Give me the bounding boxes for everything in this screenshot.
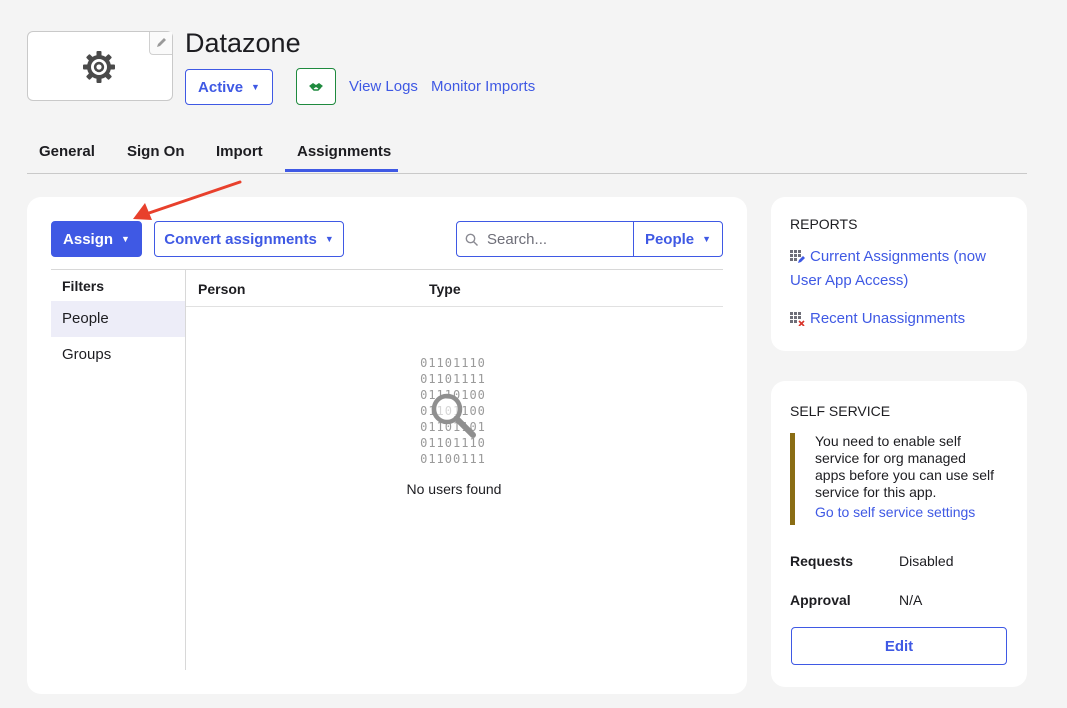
tab-general[interactable]: General — [27, 140, 107, 172]
edit-logo-button[interactable] — [149, 32, 172, 55]
search-icon — [465, 233, 478, 246]
binary-line: 01101110 — [420, 356, 486, 370]
assign-label: Assign — [63, 230, 114, 248]
table-divider — [51, 269, 723, 270]
annotation-arrow — [133, 180, 242, 220]
status-label: Active — [198, 78, 244, 96]
assign-button[interactable]: Assign ▼ — [51, 221, 142, 257]
handshake-icon — [309, 83, 323, 91]
caret-down-icon: ▼ — [121, 234, 130, 244]
assignments-panel — [27, 197, 747, 694]
search-input-wrapper — [457, 222, 634, 256]
empty-message: No users found — [406, 481, 502, 497]
requests-label: Requests — [790, 553, 854, 569]
report-current-assignments-link-cont[interactable]: User App Access) — [790, 269, 908, 293]
app-title: Datazone — [185, 28, 301, 58]
app-logo — [27, 31, 173, 101]
monitor-imports-link[interactable]: Monitor Imports — [431, 78, 535, 95]
report-link-line: User App Access) — [790, 272, 909, 289]
search-filter-dropdown[interactable]: People ▼ — [634, 222, 722, 256]
notice-line: You need to enable self — [815, 433, 961, 449]
report-current-assignments-link[interactable]: Current Assignments (now — [810, 245, 986, 269]
magnifier-icon — [431, 393, 476, 438]
view-logs-link[interactable]: View Logs — [349, 78, 418, 95]
status-dropdown[interactable]: Active ▼ — [185, 69, 273, 105]
column-person: Person — [198, 281, 246, 297]
report-recent-unassignments-link[interactable]: Recent Unassignments — [810, 307, 965, 331]
tab-assignments[interactable]: Assignments — [285, 140, 398, 172]
requests-value: Disabled — [899, 553, 954, 569]
table-header-divider — [186, 306, 723, 307]
self-service-notice: You need to enable self service for org … — [790, 433, 1012, 525]
gear-icon — [83, 51, 115, 83]
filter-people[interactable]: People — [51, 301, 185, 337]
provisioning-button[interactable] — [296, 68, 336, 105]
pencil-icon — [157, 38, 166, 47]
approval-value: N/A — [899, 592, 923, 608]
column-type: Type — [429, 281, 461, 297]
filters-title: Filters — [62, 278, 105, 294]
convert-assignments-button[interactable]: Convert assignments ▼ — [154, 221, 344, 257]
tab-sign-on[interactable]: Sign On — [115, 140, 197, 172]
caret-down-icon: ▼ — [324, 234, 334, 244]
binary-line: 01100111 — [420, 452, 486, 466]
report-grid-icon — [790, 250, 805, 263]
app-tabs: General Sign On Import Assignments — [27, 140, 1027, 174]
tab-import[interactable]: Import — [204, 140, 275, 172]
reports-title: REPORTS — [790, 216, 858, 232]
search-filter-label: People — [644, 230, 695, 248]
binary-line: 01101111 — [420, 372, 486, 386]
notice-line: service for this app. — [815, 484, 937, 500]
report-grid-x-icon — [790, 312, 805, 326]
convert-assignments-label: Convert assignments — [164, 230, 317, 248]
self-service-settings-link[interactable]: Go to self service settings — [815, 504, 1012, 520]
approval-label: Approval — [790, 592, 851, 608]
search-box: People ▼ — [456, 221, 723, 257]
caret-down-icon: ▼ — [702, 234, 712, 244]
notice-line: apps before you can use self — [815, 467, 995, 483]
self-service-title: SELF SERVICE — [790, 403, 891, 419]
notice-line: service for org managed — [815, 450, 966, 466]
edit-label: Edit — [884, 637, 914, 655]
report-link-line: Current Assignments (now — [810, 248, 986, 265]
edit-button[interactable]: Edit — [791, 627, 1007, 665]
filter-groups[interactable]: Groups — [51, 337, 185, 373]
filters-divider — [185, 270, 186, 670]
search-input[interactable] — [487, 222, 627, 256]
caret-down-icon: ▼ — [251, 82, 260, 92]
